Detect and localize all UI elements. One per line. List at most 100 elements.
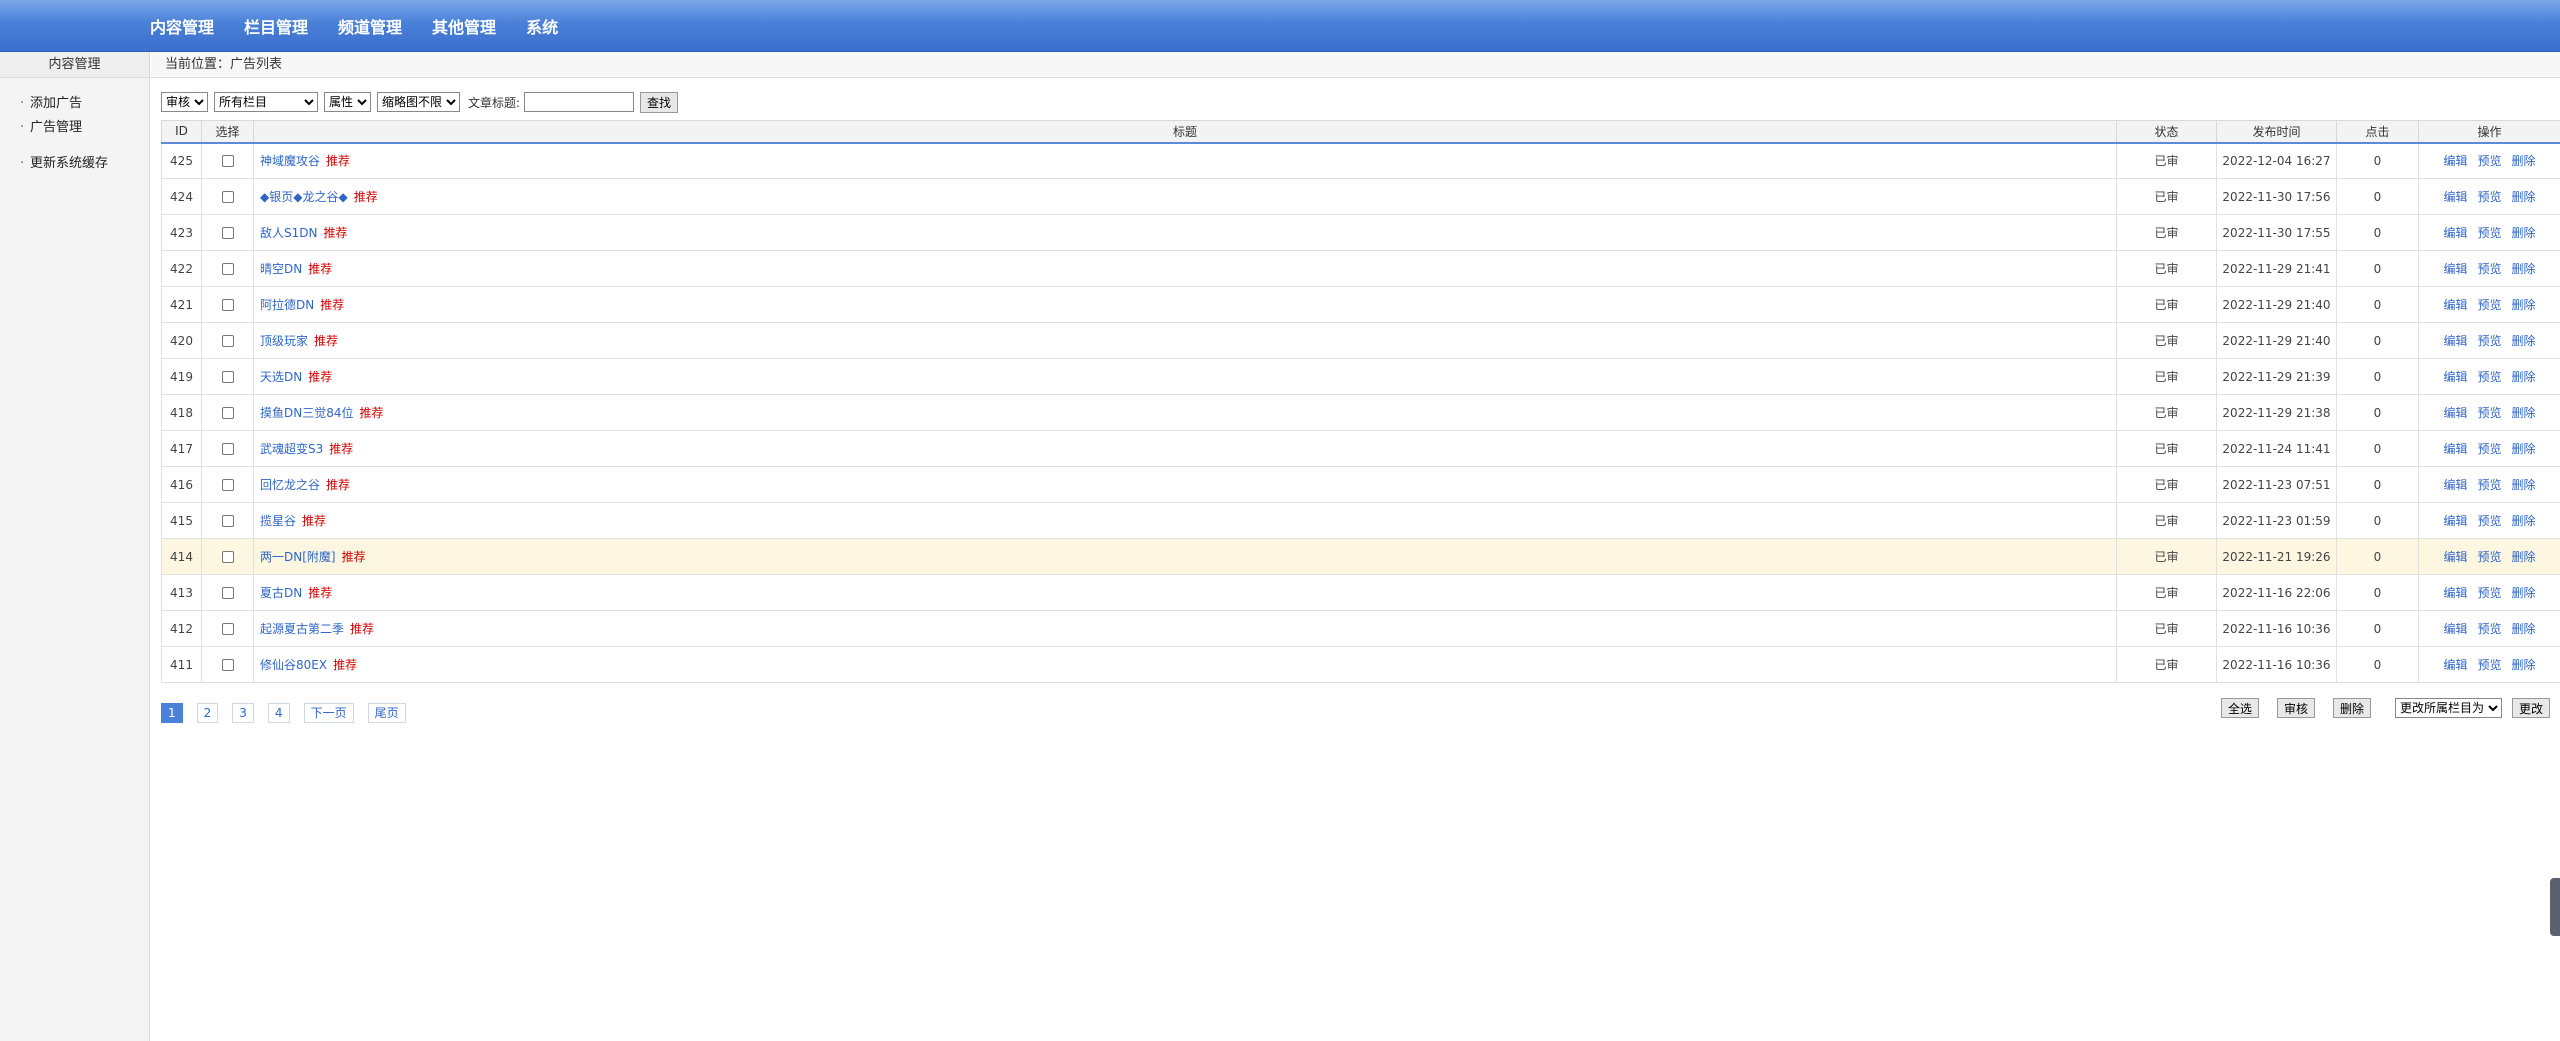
row-title-link[interactable]: 神域魔攻谷 — [260, 154, 320, 168]
row-preview-link[interactable]: 预览 — [2477, 514, 2501, 528]
row-title-link[interactable]: 两一DN[附魔] — [260, 550, 336, 564]
nav-other[interactable]: 其他管理 — [432, 14, 496, 38]
sidebar-item-update-cache[interactable]: 更新系统缓存 — [20, 152, 149, 176]
row-preview-link[interactable]: 预览 — [2477, 334, 2501, 348]
row-checkbox[interactable] — [221, 623, 234, 635]
row-checkbox[interactable] — [221, 515, 234, 527]
row-title-link[interactable]: ◆银页◆龙之谷◆ — [260, 190, 348, 204]
row-title-link[interactable]: 修仙谷80EX — [260, 658, 327, 672]
row-edit-link[interactable]: 编辑 — [2443, 550, 2467, 564]
row-delete-link[interactable]: 删除 — [2512, 226, 2536, 240]
attr-filter-select[interactable]: 属性 — [324, 92, 371, 112]
sidebar-item-ad-manage[interactable]: 广告管理 — [20, 116, 149, 140]
scroll-handle[interactable] — [2550, 878, 2560, 936]
row-title-link[interactable]: 顶级玩家 — [260, 334, 308, 348]
page-3[interactable]: 3 — [232, 703, 254, 723]
row-checkbox[interactable] — [221, 299, 234, 311]
row-edit-link[interactable]: 编辑 — [2443, 190, 2467, 204]
row-edit-link[interactable]: 编辑 — [2443, 514, 2467, 528]
row-edit-link[interactable]: 编辑 — [2443, 406, 2467, 420]
row-edit-link[interactable]: 编辑 — [2443, 298, 2467, 312]
bulk-delete-button[interactable]: 删除 — [2332, 698, 2371, 718]
row-title-link[interactable]: 晴空DN — [260, 262, 302, 276]
row-checkbox[interactable] — [221, 335, 234, 347]
row-preview-link[interactable]: 预览 — [2477, 586, 2501, 600]
row-checkbox[interactable] — [221, 659, 234, 671]
change-button[interactable]: 更改 — [2511, 698, 2550, 718]
row-delete-link[interactable]: 删除 — [2512, 334, 2536, 348]
row-preview-link[interactable]: 预览 — [2477, 190, 2501, 204]
search-button[interactable]: 查找 — [640, 91, 679, 113]
next-page[interactable]: 下一页 — [303, 703, 354, 723]
row-checkbox[interactable] — [221, 227, 234, 239]
row-delete-link[interactable]: 删除 — [2512, 514, 2536, 528]
row-delete-link[interactable]: 删除 — [2512, 298, 2536, 312]
row-edit-link[interactable]: 编辑 — [2443, 370, 2467, 384]
title-search-input[interactable] — [524, 92, 635, 112]
row-title-link[interactable]: 夏古DN — [260, 586, 302, 600]
row-checkbox[interactable] — [221, 371, 234, 383]
row-title-link[interactable]: 起源夏古第二季 — [260, 622, 344, 636]
category-filter-select[interactable]: 所有栏目 — [214, 92, 318, 112]
row-edit-link[interactable]: 编辑 — [2443, 334, 2467, 348]
thumb-filter-select[interactable]: 缩略图不限 — [377, 92, 460, 112]
row-edit-link[interactable]: 编辑 — [2443, 478, 2467, 492]
row-preview-link[interactable]: 预览 — [2477, 622, 2501, 636]
row-checkbox[interactable] — [221, 263, 234, 275]
row-title-link[interactable]: 敌人S1DN — [260, 226, 317, 240]
nav-column[interactable]: 栏目管理 — [244, 14, 308, 38]
row-preview-link[interactable]: 预览 — [2477, 406, 2501, 420]
row-delete-link[interactable]: 删除 — [2512, 442, 2536, 456]
nav-content[interactable]: 内容管理 — [150, 14, 214, 38]
row-preview-link[interactable]: 预览 — [2477, 226, 2501, 240]
row-checkbox[interactable] — [221, 479, 234, 491]
row-edit-link[interactable]: 编辑 — [2443, 262, 2467, 276]
row-delete-link[interactable]: 删除 — [2512, 370, 2536, 384]
row-checkbox[interactable] — [221, 191, 234, 203]
last-page[interactable]: 尾页 — [367, 703, 406, 723]
row-title-link[interactable]: 揽星谷 — [260, 514, 296, 528]
row-title-link[interactable]: 武魂超变S3 — [260, 442, 323, 456]
row-delete-link[interactable]: 删除 — [2512, 406, 2536, 420]
row-checkbox[interactable] — [221, 587, 234, 599]
row-preview-link[interactable]: 预览 — [2477, 478, 2501, 492]
row-delete-link[interactable]: 删除 — [2512, 478, 2536, 492]
row-delete-link[interactable]: 删除 — [2512, 154, 2536, 168]
page-1[interactable]: 1 — [161, 703, 183, 723]
row-checkbox[interactable] — [221, 407, 234, 419]
sidebar-item-add-ad[interactable]: 添加广告 — [20, 92, 149, 116]
page-2[interactable]: 2 — [196, 703, 219, 723]
page-4[interactable]: 4 — [267, 703, 290, 723]
row-delete-link[interactable]: 删除 — [2512, 262, 2536, 276]
row-checkbox[interactable] — [221, 551, 234, 563]
audit-filter-select[interactable]: 审核 — [161, 92, 208, 112]
row-delete-link[interactable]: 删除 — [2512, 586, 2536, 600]
row-preview-link[interactable]: 预览 — [2477, 658, 2501, 672]
row-checkbox[interactable] — [221, 443, 234, 455]
row-preview-link[interactable]: 预览 — [2477, 370, 2501, 384]
row-title-link[interactable]: 阿拉德DN — [260, 298, 314, 312]
row-edit-link[interactable]: 编辑 — [2443, 226, 2467, 240]
row-delete-link[interactable]: 删除 — [2512, 622, 2536, 636]
row-preview-link[interactable]: 预览 — [2477, 550, 2501, 564]
row-preview-link[interactable]: 预览 — [2477, 262, 2501, 276]
row-preview-link[interactable]: 预览 — [2477, 442, 2501, 456]
nav-system[interactable]: 系统 — [526, 14, 558, 38]
row-delete-link[interactable]: 删除 — [2512, 550, 2536, 564]
row-edit-link[interactable]: 编辑 — [2443, 586, 2467, 600]
bulk-audit-button[interactable]: 审核 — [2276, 698, 2315, 718]
row-edit-link[interactable]: 编辑 — [2443, 622, 2467, 636]
row-edit-link[interactable]: 编辑 — [2443, 442, 2467, 456]
nav-channel[interactable]: 频道管理 — [338, 14, 402, 38]
select-all-button[interactable]: 全选 — [2220, 698, 2259, 718]
row-preview-link[interactable]: 预览 — [2477, 154, 2501, 168]
row-edit-link[interactable]: 编辑 — [2443, 658, 2467, 672]
row-checkbox[interactable] — [221, 155, 234, 168]
row-title-link[interactable]: 摸鱼DN三觉84位 — [260, 406, 354, 420]
row-title-link[interactable]: 天选DN — [260, 370, 302, 384]
row-preview-link[interactable]: 预览 — [2477, 298, 2501, 312]
move-category-select[interactable]: 更改所属栏目为 — [2394, 698, 2502, 718]
row-delete-link[interactable]: 删除 — [2512, 190, 2536, 204]
row-delete-link[interactable]: 删除 — [2512, 658, 2536, 672]
row-title-link[interactable]: 回忆龙之谷 — [260, 478, 320, 492]
